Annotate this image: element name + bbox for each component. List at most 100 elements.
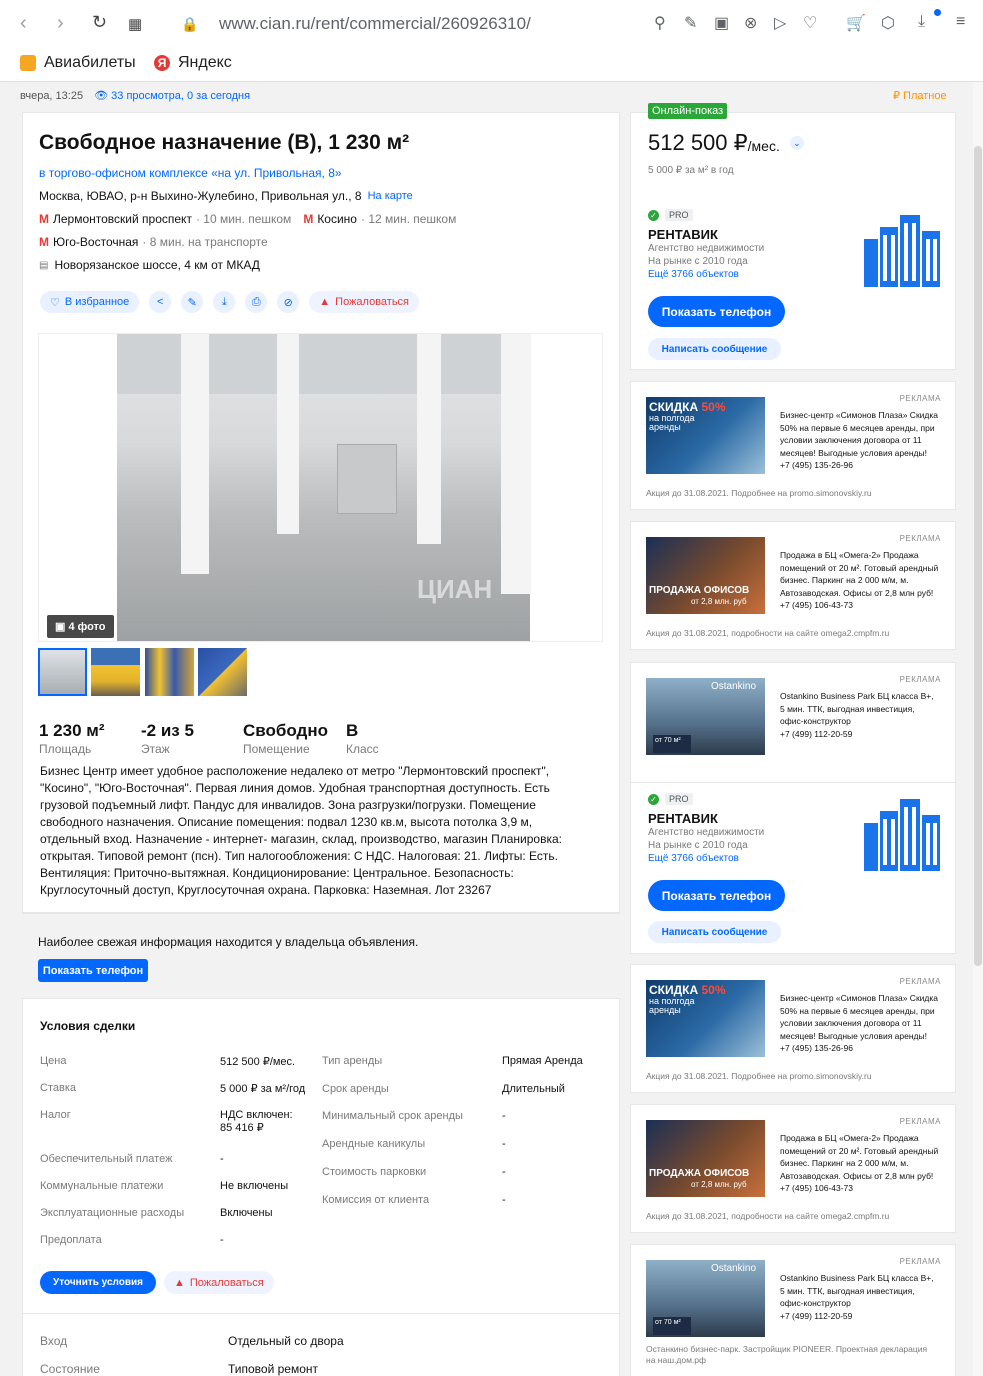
condition-value: 512 500 ₽/мес. [220, 1056, 296, 1068]
reload-icon[interactable]: ↻ [92, 12, 107, 33]
complain-button[interactable]: ▲ Пожаловаться [309, 291, 420, 313]
forward-icon[interactable]: › [57, 12, 64, 35]
condition-label: Коммунальные платежи [40, 1180, 164, 1192]
agency-objects-link[interactable]: Ещё 3766 объектов [648, 853, 739, 864]
box-icon[interactable]: ⬡ [881, 13, 895, 33]
agency-name[interactable]: РЕНТАВИК [648, 227, 718, 242]
heart-icon[interactable]: ♡ [803, 13, 817, 33]
condition-value: НДС включен: 85 416 ₽ [220, 1109, 293, 1134]
download-icon[interactable]: ⤓ [918, 13, 925, 31]
agency-objects-link[interactable]: Ещё 3766 объектов [648, 269, 739, 280]
map-link[interactable]: На карте [368, 190, 413, 202]
complex-link[interactable]: в торгово-офисном комплексе «на ул. Прив… [39, 166, 342, 180]
pencil-icon: ✎ [187, 296, 197, 309]
conditions-title: Условия сделки [40, 1019, 136, 1033]
download-button[interactable]: ⤓ [213, 291, 236, 313]
hide-button[interactable]: ⊘ [277, 291, 300, 313]
edit-icon[interactable]: ✎ [684, 13, 697, 33]
agency-logo [864, 799, 940, 871]
fact-floor-value: -2 из 5 [141, 721, 194, 740]
agency-name[interactable]: РЕНТАВИК [648, 811, 718, 826]
ad-card[interactable]: РЕКЛАМА Ostankino от 70 м² Ostankino Bus… [630, 662, 956, 782]
camera-icon[interactable]: ▣ [714, 13, 729, 33]
menu-icon[interactable]: ≡ [956, 13, 965, 31]
favorite-button[interactable]: ♡ В избранное [40, 291, 140, 313]
search-icon[interactable]: ⚲ [654, 13, 666, 33]
note-button[interactable]: ✎ [181, 291, 204, 313]
block-icon[interactable]: ⊗ [744, 13, 757, 33]
verified-icon: ✓ [648, 793, 659, 805]
warning-icon: ▲ [319, 296, 331, 308]
agency-message-button[interactable]: Написать сообщение [648, 338, 781, 360]
condition-label: Цена [40, 1055, 67, 1067]
agency-since: На рынке с 2010 года [648, 840, 748, 851]
tabs-grid-icon[interactable]: ▦ [128, 15, 142, 33]
hide-icon: ⊘ [283, 296, 293, 309]
agency-since: На рынке с 2010 года [648, 256, 748, 267]
condition-value: Не включены [220, 1180, 289, 1192]
agency-show-phone-button[interactable]: Показать телефон [648, 296, 785, 327]
chevron-down-icon[interactable]: ⌄ [789, 136, 804, 150]
photo-thumbnail[interactable] [91, 648, 140, 696]
price-per-m2: 5 000 ₽ за м² в год [648, 165, 734, 176]
photo-thumbnail[interactable] [38, 648, 87, 696]
detail-label: Состояние [40, 1362, 100, 1376]
ad-image: Ostankino от 70 м² [646, 1260, 765, 1337]
tickets-icon [20, 55, 36, 71]
agency-message-button[interactable]: Написать сообщение [648, 921, 781, 943]
offer-meta: вчера, 13:25 👁 33 просмотра, 0 за сегодн… [20, 90, 251, 102]
main-photo: ЦИАН [117, 334, 531, 641]
send-icon[interactable]: ▷ [774, 13, 786, 33]
ad-image: ПРОДАЖА ОФИСОВ от 2,8 млн. руб [646, 537, 765, 614]
condition-value: - [220, 1234, 224, 1246]
metro-station[interactable]: Лермонтовский проспект [53, 212, 192, 226]
condition-value: Включены [220, 1207, 273, 1219]
agency-type: Агентство недвижимости [648, 827, 765, 838]
online-badge: Онлайн-показ [648, 103, 728, 119]
ad-card[interactable]: РЕКЛАМА ПРОДАЖА ОФИСОВ от 2,8 млн. руб П… [630, 521, 956, 650]
ad-card[interactable]: РЕКЛАМА Ostankino от 70 м² Ostankino Bus… [630, 1244, 956, 1376]
share-icon: < [157, 296, 164, 308]
photo-thumbnail[interactable] [145, 648, 194, 696]
condition-label: Арендные каникулы [322, 1138, 426, 1150]
show-phone-button[interactable]: Показать телефон [38, 959, 148, 982]
print-button[interactable]: ⎙ [245, 291, 268, 313]
metro-line-2: M Юго-Восточная · 8 мин. на транспорте [39, 235, 268, 249]
metro-station[interactable]: Косино [317, 212, 357, 226]
fact-area-label: Площадь [39, 742, 92, 756]
condition-value: 5 000 ₽ за м²/год [220, 1083, 306, 1095]
fact-class-value: B [346, 721, 359, 740]
ad-image: СКИДКА 50% на полгода аренды [646, 980, 765, 1057]
photo-gallery[interactable]: ЦИАН ▣ 4 фото [38, 333, 603, 642]
views-counter[interactable]: 👁 33 просмотра, 0 за сегодня [94, 90, 250, 102]
condition-label: Эксплуатационные расходы [40, 1207, 185, 1219]
condition-label: Ставка [40, 1082, 76, 1094]
agency-show-phone-button[interactable]: Показать телефон [648, 880, 785, 911]
condition-label: Предоплата [40, 1234, 102, 1246]
address-bar[interactable]: www.cian.ru/rent/commercial/260926310/ [219, 14, 531, 34]
condition-label: Стоимость парковки [322, 1166, 427, 1178]
price: 512 500 ₽ /мес. ⌄ [648, 130, 804, 156]
condition-value: Прямая Аренда [502, 1055, 583, 1067]
cart-icon[interactable]: 🛒 [846, 13, 866, 33]
conditions-complain-button[interactable]: ▲ Пожаловаться [164, 1271, 274, 1294]
bookmarks-bar: Авиабилеты Я Яндекс [0, 48, 983, 82]
ad-card[interactable]: РЕКЛАМА СКИДКА 50% на полгода аренды Бизн… [630, 381, 956, 510]
ad-card[interactable]: РЕКЛАМА ПРОДАЖА ОФИСОВ от 2,8 млн. руб П… [630, 1104, 956, 1233]
ad-image: ПРОДАЖА ОФИСОВ от 2,8 млн. руб [646, 1120, 765, 1197]
metro-icon: M [303, 212, 314, 226]
metro-station[interactable]: Юго-Восточная [53, 235, 138, 249]
fact-class-label: Класс [346, 742, 379, 756]
scrollbar-thumb[interactable] [974, 146, 982, 966]
back-icon[interactable]: ‹ [20, 12, 27, 35]
photo-count[interactable]: ▣ 4 фото [47, 615, 114, 638]
bookmark-tickets[interactable]: Авиабилеты [20, 54, 136, 72]
bookmark-yandex[interactable]: Я Яндекс [154, 54, 232, 72]
ad-card[interactable]: РЕКЛАМА СКИДКА 50% на полгода аренды Бизн… [630, 964, 956, 1093]
condition-label: Комиссия от клиента [322, 1194, 430, 1206]
photo-thumbnail[interactable] [198, 648, 247, 696]
share-button[interactable]: < [149, 291, 172, 313]
metro-icon: M [39, 235, 49, 249]
clarify-conditions-button[interactable]: Уточнить условия [40, 1271, 156, 1294]
detail-value: Отдельный со двора [228, 1334, 344, 1348]
